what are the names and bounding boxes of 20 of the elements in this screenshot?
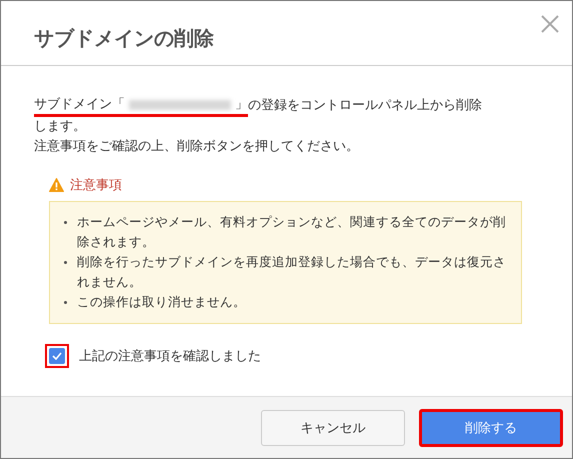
closing-bracket: 」 bbox=[235, 96, 248, 114]
intro-text: 注意事項をご確認の上、削除ボタンを押してください。 bbox=[34, 138, 360, 156]
bullet-icon bbox=[64, 221, 67, 224]
dialog-title: サブドメインの削除 bbox=[34, 24, 214, 52]
caution-item: 削除を行ったサブドメインを再度追加登録した場合でも、データは復元されません。 bbox=[77, 253, 507, 291]
check-icon bbox=[52, 352, 62, 360]
bullet-icon bbox=[64, 261, 67, 264]
caution-heading: 注意事項 bbox=[70, 177, 122, 194]
subdomain-prefix: サブドメイン「 bbox=[34, 96, 125, 114]
intro-text: の登録をコントロールパネル上から削除 bbox=[248, 97, 482, 115]
caution-item: この操作は取り消せません。 bbox=[77, 293, 246, 311]
caution-item: ホームページやメール、有料オプションなど、関連する全てのデータが削除されます。 bbox=[77, 213, 507, 251]
delete-button[interactable]: 削除する bbox=[419, 408, 563, 446]
checkbox-label: 上記の注意事項を確認しました bbox=[79, 348, 261, 365]
bullet-icon bbox=[64, 301, 67, 304]
cancel-button[interactable]: キャンセル bbox=[261, 410, 405, 446]
intro-text: します。 bbox=[34, 118, 87, 136]
warning-icon bbox=[49, 178, 64, 192]
close-icon[interactable] bbox=[540, 14, 560, 34]
checkbox[interactable] bbox=[49, 348, 65, 364]
